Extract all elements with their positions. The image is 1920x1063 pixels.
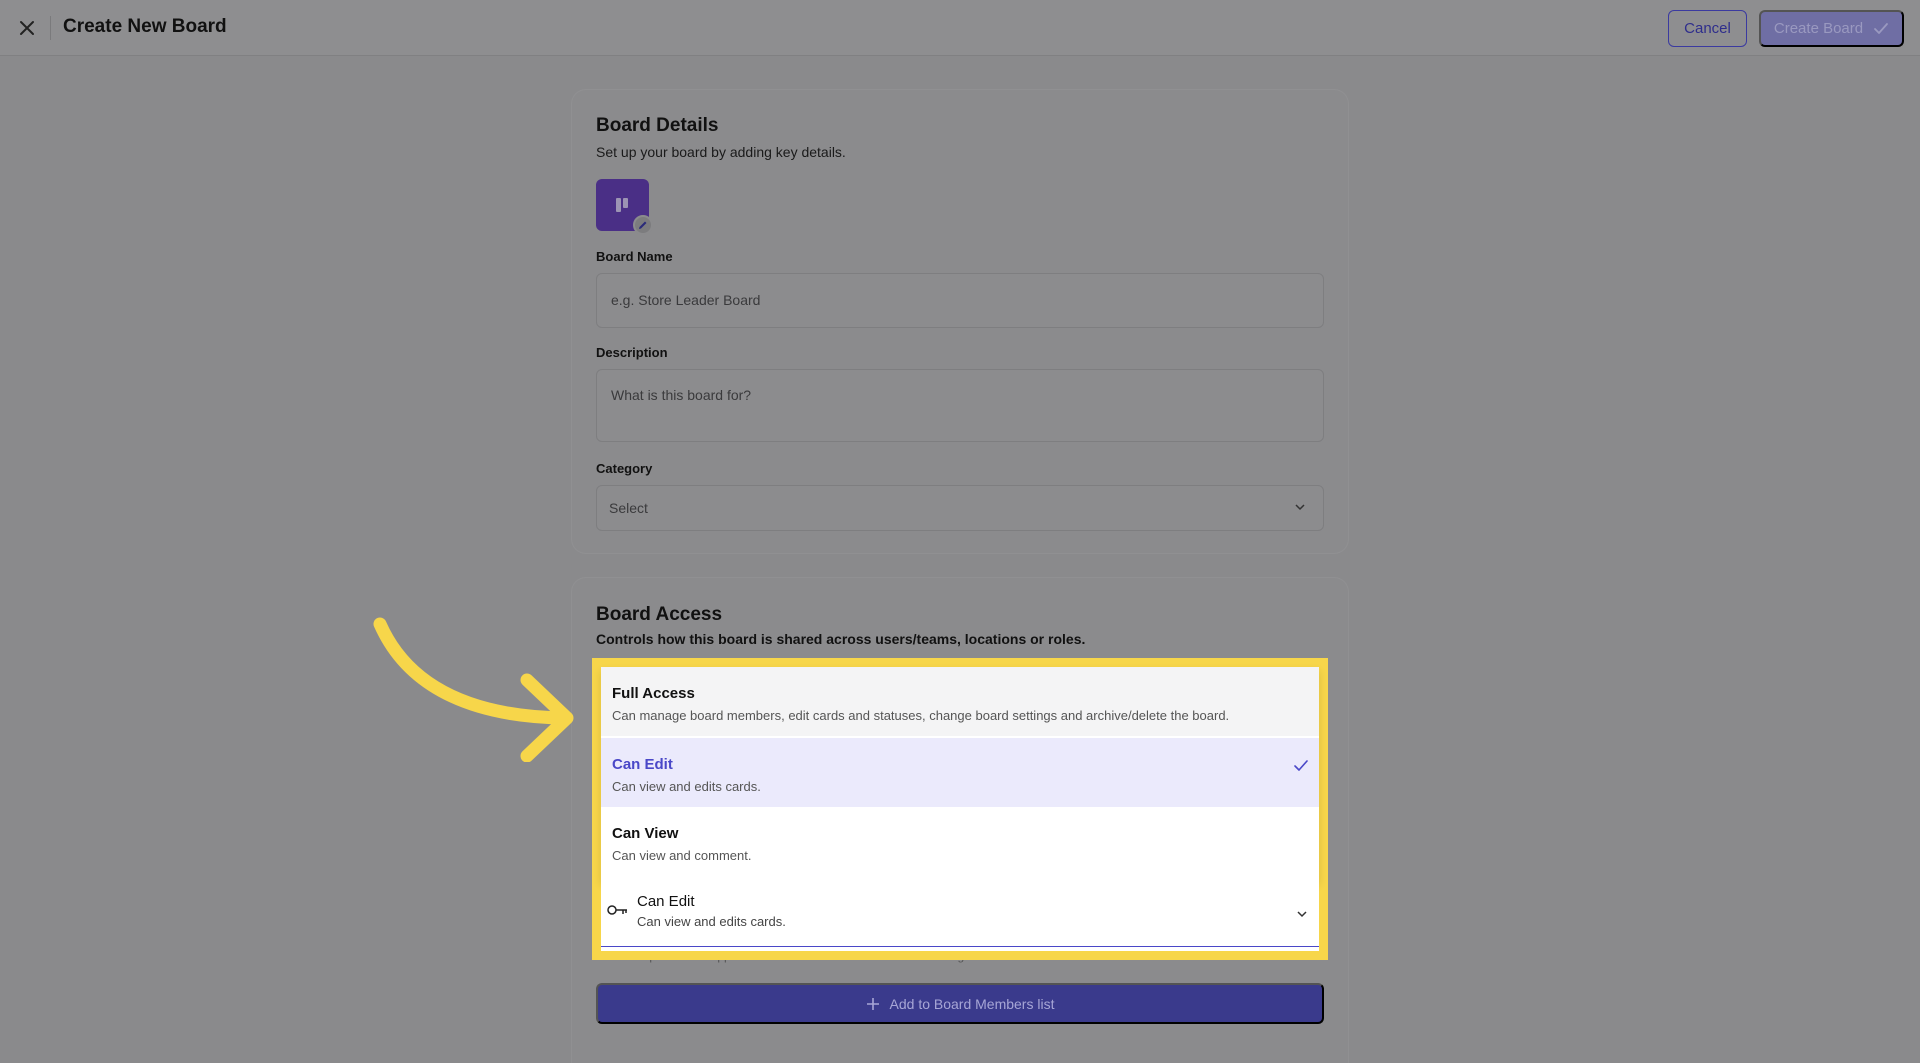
category-label: Category [596,461,653,476]
board-details-title: Board Details [596,115,719,136]
category-select[interactable]: Select [596,485,1324,531]
selected-permission-description: Can view and edits cards. [637,914,786,929]
page-title: Create New Board [63,16,227,37]
top-bar: Create New Board Cancel Create Board [0,0,1920,56]
option-description: Can view and edits cards. [612,779,761,794]
board-details-card: Board Details Set up your board by addin… [572,90,1348,553]
highlight-frame: Full Access Can manage board members, ed… [592,658,1328,960]
option-full-access[interactable]: Full Access Can manage board members, ed… [601,667,1319,736]
board-name-input[interactable]: e.g. Store Leader Board [596,273,1324,328]
close-icon[interactable] [16,17,38,39]
option-description: Can manage board members, edit cards and… [612,708,1230,723]
description-textarea[interactable]: What is this board for? [596,369,1324,442]
permission-select[interactable]: Can Edit Can view and edits cards. [601,881,1319,947]
chevron-down-icon [1295,504,1305,511]
board-name-label: Board Name [596,249,673,264]
cancel-button[interactable]: Cancel [1668,10,1747,47]
create-board-label: Create Board [1773,20,1864,37]
key-icon [607,905,627,915]
permission-dropdown-menu: Full Access Can manage board members, ed… [601,667,1319,881]
pencil-icon[interactable] [633,215,653,235]
check-icon [1874,22,1889,34]
option-can-edit[interactable]: Can Edit Can view and edits cards. [601,738,1319,807]
board-details-subtitle: Set up your board by adding key details. [596,144,846,160]
option-description: Can view and comment. [612,848,752,863]
option-title: Full Access [612,685,695,702]
board-icon[interactable] [596,179,653,235]
callout-arrow [373,617,574,762]
description-label: Description [596,345,668,360]
create-board-button[interactable]: Create Board [1759,10,1904,47]
plus-icon [866,997,879,1010]
board-access-subtitle: Controls how this board is shared across… [596,631,1086,647]
selected-permission-title: Can Edit [637,893,695,910]
add-button-label: Add to Board Members list [889,995,1055,1012]
check-icon [1294,760,1308,771]
option-can-view[interactable]: Can View Can view and comment. [601,807,1319,881]
option-title: Can View [612,825,679,842]
add-to-board-members-button[interactable]: Add to Board Members list [596,983,1324,1024]
divider [50,16,51,40]
category-value: Select [609,500,648,516]
option-title: Can Edit [612,756,673,773]
board-access-title: Board Access [596,604,723,625]
chevron-down-icon [1297,911,1307,918]
board-columns-icon [616,198,629,212]
